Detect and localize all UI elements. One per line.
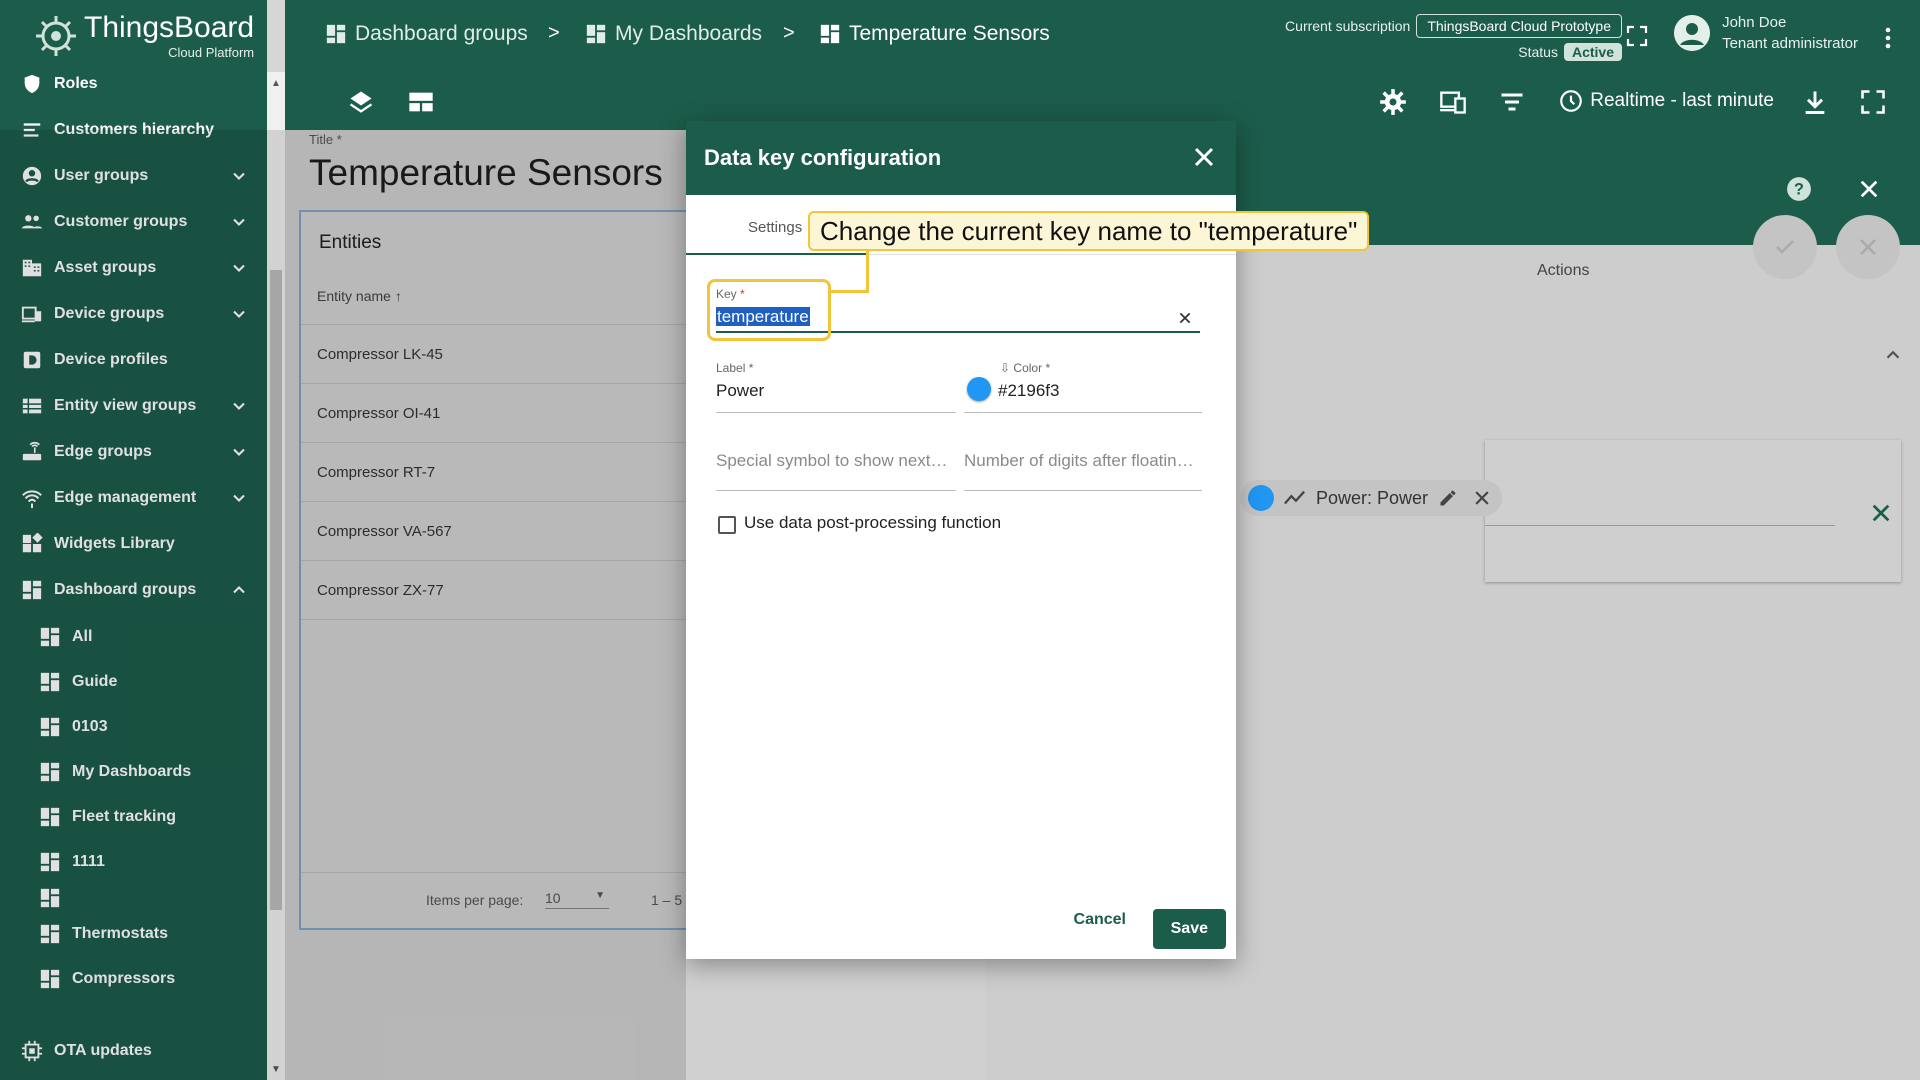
save-button[interactable]: Save <box>1152 909 1226 949</box>
layout-icon[interactable] <box>407 88 435 116</box>
dashboard-icon <box>586 24 606 44</box>
units-field[interactable]: Special symbol to show next to value <box>716 451 956 491</box>
key-field-highlight <box>707 279 831 341</box>
apply-button[interactable] <box>1753 215 1817 279</box>
required-marker: * <box>1045 361 1051 375</box>
dashboard-icon <box>326 24 346 44</box>
postprocess-label[interactable]: Use data post-processing function <box>744 513 1001 533</box>
chevron-up-icon[interactable] <box>1882 344 1904 366</box>
user-role: Tenant administrator <box>1722 35 1858 52</box>
datasource-card <box>1485 440 1901 582</box>
modal-backdrop <box>0 130 686 1080</box>
status-label: Status <box>1518 44 1558 60</box>
sidebar-item-label: Roles <box>54 75 98 92</box>
subscription-label: Current subscription <box>1285 18 1411 34</box>
tab-actions[interactable]: Actions <box>1537 262 1589 280</box>
brand-subtitle: Cloud Platform <box>168 44 255 60</box>
more-vert-icon[interactable] <box>1876 24 1900 52</box>
active-tab-indicator <box>686 253 866 255</box>
layers-icon[interactable] <box>347 88 375 116</box>
breadcrumb-separator: > <box>548 22 560 44</box>
breadcrumb-dashboard-groups[interactable]: Dashboard groups <box>325 22 528 46</box>
sidebar-item-roles[interactable]: Roles <box>0 62 267 106</box>
data-key-chip-label: Power: Power <box>1316 487 1429 508</box>
scroll-up-arrow-icon[interactable]: ▲ <box>271 78 281 89</box>
filter-icon[interactable] <box>1498 88 1526 116</box>
remove-datasource-icon[interactable] <box>1870 502 1892 524</box>
timewindow-button[interactable]: Realtime - last minute <box>1558 88 1774 114</box>
remove-key-icon[interactable] <box>1472 488 1492 508</box>
units-placeholder: Special symbol to show next to value <box>716 451 952 470</box>
clear-input-icon[interactable] <box>1178 311 1192 325</box>
brand-title: ThingsBoard <box>84 10 255 44</box>
timewindow-label: Realtime - last minute <box>1590 90 1774 111</box>
label-field-underline <box>716 412 956 413</box>
cancel-button[interactable]: Cancel <box>1062 901 1138 939</box>
decimals-field[interactable]: Number of digits after floating point <box>964 451 1202 491</box>
tab-settings[interactable]: Settings <box>748 219 802 236</box>
fullscreen-icon[interactable] <box>1625 24 1649 48</box>
color-field[interactable]: ⇩ Color * #2196f3 <box>964 361 1202 413</box>
clock-icon <box>1560 90 1583 112</box>
edit-icon[interactable] <box>1438 488 1458 508</box>
close-icon <box>1860 239 1876 255</box>
help-icon[interactable]: ? <box>1786 176 1812 202</box>
hint-connector <box>830 290 868 293</box>
devices-icon[interactable] <box>1439 88 1467 116</box>
breadcrumb-label: Temperature Sensors <box>849 22 1050 45</box>
data-key-chip[interactable]: Power: Power <box>1240 480 1503 516</box>
color-field-label: Color <box>1013 361 1043 375</box>
download-icon[interactable] <box>1801 88 1829 116</box>
fullscreen-icon[interactable] <box>1859 88 1887 116</box>
status-badge: Active <box>1563 43 1622 61</box>
label-field-label: Label <box>716 361 746 375</box>
label-input-value[interactable]: Power <box>716 381 956 401</box>
avatar <box>1674 15 1711 51</box>
breadcrumb-temperature-sensors: Temperature Sensors <box>819 22 1050 46</box>
required-marker: * <box>748 361 754 375</box>
dashboard-icon <box>820 24 840 44</box>
user-menu[interactable]: John Doe Tenant administrator <box>1674 14 1858 52</box>
decimals-placeholder: Number of digits after floating point <box>964 451 1200 470</box>
svg-text:?: ? <box>1794 180 1804 198</box>
subscription-info: Current subscription ThingsBoard Cloud Pr… <box>1285 14 1622 61</box>
dialog-header: Data key configuration <box>686 121 1236 195</box>
units-field-underline <box>716 490 956 491</box>
color-swatch[interactable] <box>967 377 991 401</box>
breadcrumb-separator: > <box>783 22 795 44</box>
label-field[interactable]: Label * Power <box>716 361 956 413</box>
user-name: John Doe <box>1722 14 1787 31</box>
decimals-field-underline <box>964 490 1202 491</box>
close-icon[interactable] <box>1858 178 1880 200</box>
datasource-keys-line <box>1485 525 1835 526</box>
settings-gear-icon[interactable] <box>1379 88 1407 116</box>
hint-callout: Change the current key name to "temperat… <box>808 211 1370 251</box>
breadcrumb-my-dashboards[interactable]: My Dashboards <box>585 22 762 46</box>
timeseries-icon <box>1284 490 1306 505</box>
hint-text: Change the current key name to "temperat… <box>820 215 1358 246</box>
header: Dashboard groups > My Dashboards > Tempe… <box>285 0 1920 130</box>
color-field-underline <box>964 412 1202 413</box>
hint-connector <box>866 251 869 293</box>
decline-button[interactable] <box>1836 215 1900 279</box>
color-picker-icon: ⇩ <box>1000 361 1011 375</box>
dialog-title: Data key configuration <box>704 145 942 170</box>
key-color-dot <box>1248 485 1274 511</box>
color-input-value[interactable]: #2196f3 <box>998 381 1202 401</box>
postprocess-checkbox[interactable] <box>718 516 736 534</box>
close-icon[interactable] <box>1192 145 1216 169</box>
check-icon <box>1776 240 1794 254</box>
thingsboard-logo-icon <box>36 16 76 56</box>
breadcrumb-label: My Dashboards <box>615 22 763 45</box>
subscription-plan[interactable]: ThingsBoard Cloud Prototype <box>1416 14 1622 38</box>
shield-icon <box>20 72 44 96</box>
breadcrumb-label: Dashboard groups <box>355 22 528 45</box>
